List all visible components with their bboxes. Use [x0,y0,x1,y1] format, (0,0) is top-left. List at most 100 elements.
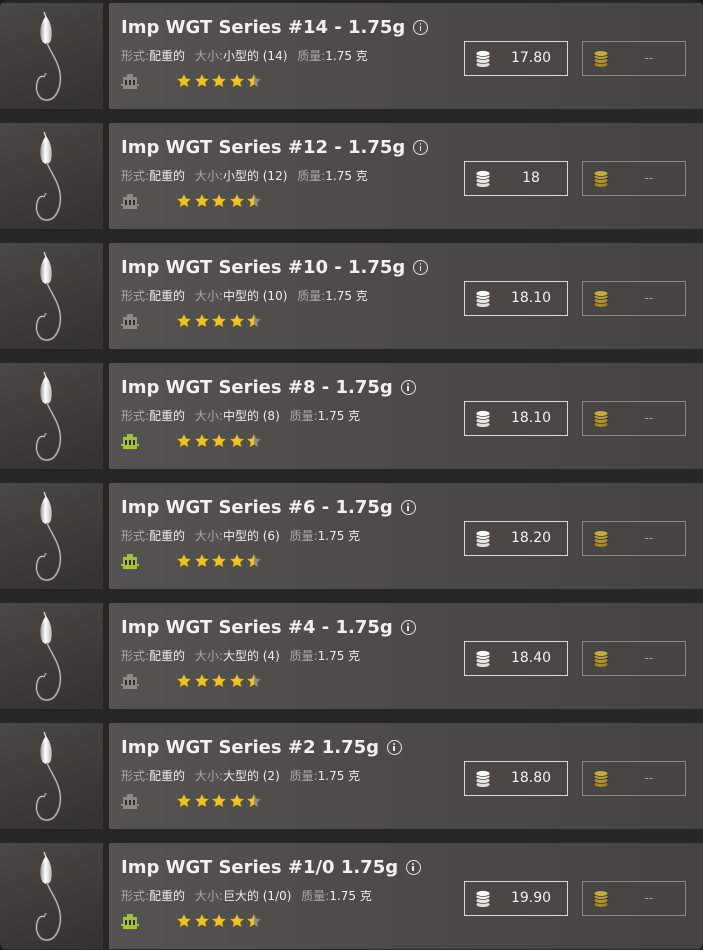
star-icon [246,313,262,328]
item-card[interactable]: Imp WGT Series #6 - 1.75g 形式:配重的 大小:中型的 … [109,483,703,589]
item-card[interactable]: Imp WGT Series #4 - 1.75g 形式:配重的 大小:大型的 … [109,603,703,709]
size-label: 大小: [194,889,223,903]
mass-value: 1.75 克 [325,289,368,303]
silver-price-button[interactable]: 18.10 [464,401,568,436]
silver-coins-icon [475,290,491,308]
item-title[interactable]: Imp WGT Series #8 - 1.75g [121,377,416,398]
gold-price: -- [644,291,654,305]
list-item[interactable]: Imp WGT Series #12 - 1.75g 形式:配重的 大小:小型的… [0,123,703,229]
item-title[interactable]: Imp WGT Series #4 - 1.75g [121,617,416,638]
hook-thumbnail[interactable] [0,3,103,109]
star-icon [246,793,262,808]
fishing-hook-image [35,371,62,462]
star-icon [246,433,262,448]
hook-product-list: Imp WGT Series #14 - 1.75g 形式:配重的 大小:小型的… [0,0,703,950]
gold-price-button[interactable]: -- [582,881,686,916]
gold-price-button[interactable]: -- [582,281,686,316]
star-icon [176,313,192,328]
list-item[interactable]: Imp WGT Series #6 - 1.75g 形式:配重的 大小:中型的 … [0,483,703,589]
silver-price-button[interactable]: 18.80 [464,761,568,796]
item-card[interactable]: Imp WGT Series #1/0 1.75g 形式:配重的 大小:巨大的 … [109,843,703,949]
hook-thumbnail[interactable] [0,243,103,349]
list-item[interactable]: Imp WGT Series #2 1.75g 形式:配重的 大小:大型的 (2… [0,723,703,829]
info-icon[interactable] [413,20,429,35]
silver-price-button[interactable]: 18.40 [464,641,568,676]
hook-thumbnail[interactable] [0,363,103,469]
gold-coins-icon [593,290,609,308]
list-item[interactable]: Imp WGT Series #1/0 1.75g 形式:配重的 大小:巨大的 … [0,843,703,949]
rating-stars [176,793,264,809]
gold-coins-icon [593,770,609,788]
gold-price-button[interactable]: -- [582,761,686,796]
hook-thumbnail[interactable] [0,843,103,949]
star-icon [193,913,210,928]
item-properties: 形式:配重的 大小:小型的 (12) 质量:1.75 克 [121,167,374,184]
silver-price-button[interactable]: 18.10 [464,281,568,316]
gold-price-button[interactable]: -- [582,641,686,676]
item-card[interactable]: Imp WGT Series #10 - 1.75g 形式:配重的 大小:中型的… [109,243,703,349]
gold-price-button[interactable]: -- [582,161,686,196]
gear-badge-icon [121,554,139,569]
star-icon [211,793,227,808]
item-properties: 形式:配重的 大小:中型的 (6) 质量:1.75 克 [121,527,366,544]
silver-price: 18.10 [510,290,552,306]
info-icon[interactable] [406,860,422,875]
mass-value: 1.75 克 [317,409,361,423]
gold-price-button[interactable]: -- [582,401,686,436]
info-icon[interactable] [387,740,403,755]
hook-thumbnail[interactable] [0,723,103,829]
list-item[interactable]: Imp WGT Series #10 - 1.75g 形式:配重的 大小:中型的… [0,243,703,349]
form-label: 形式: [121,889,150,903]
list-item[interactable]: Imp WGT Series #8 - 1.75g 形式:配重的 大小:中型的 … [0,363,703,469]
item-title[interactable]: Imp WGT Series #2 1.75g [121,737,403,758]
item-title[interactable]: Imp WGT Series #12 - 1.75g [121,137,429,158]
star-icon [193,73,210,88]
silver-price-button[interactable]: 18.20 [464,521,568,556]
info-icon[interactable] [400,620,416,635]
item-card[interactable]: Imp WGT Series #8 - 1.75g 形式:配重的 大小:中型的 … [109,363,703,469]
size-value: 大型的 (4) [222,649,280,663]
gold-price-button[interactable]: -- [582,521,686,556]
mass-label: 质量: [301,889,330,903]
rating-stars [176,73,264,89]
item-card[interactable]: Imp WGT Series #2 1.75g 形式:配重的 大小:大型的 (2… [109,723,703,829]
mass-label: 质量: [297,169,326,183]
mass-label: 质量: [289,649,318,663]
hook-thumbnail[interactable] [0,603,103,709]
item-title[interactable]: Imp WGT Series #10 - 1.75g [121,257,429,278]
star-icon [193,553,210,568]
form-value: 配重的 [149,529,186,543]
gear-badge-icon [121,434,139,449]
item-title[interactable]: Imp WGT Series #1/0 1.75g [121,857,422,878]
list-item[interactable]: Imp WGT Series #4 - 1.75g 形式:配重的 大小:大型的 … [0,603,703,709]
item-card[interactable]: Imp WGT Series #14 - 1.75g 形式:配重的 大小:小型的… [109,3,703,109]
silver-price-button[interactable]: 18 [464,161,568,196]
mass-label: 质量: [289,409,318,423]
hook-thumbnail[interactable] [0,123,103,229]
star-icon [228,73,245,88]
silver-coins-icon [475,410,491,428]
info-icon[interactable] [413,140,429,155]
gold-price-button[interactable]: -- [582,41,686,76]
star-icon [228,313,245,328]
item-properties: 形式:配重的 大小:中型的 (8) 质量:1.75 克 [121,407,366,424]
gold-price: -- [644,51,654,65]
silver-price-button[interactable]: 19.90 [464,881,568,916]
info-icon[interactable] [400,380,416,395]
gear-badge-icon [121,194,139,209]
hook-thumbnail[interactable] [0,483,103,589]
item-title[interactable]: Imp WGT Series #6 - 1.75g [121,497,416,518]
mass-value: 1.75 克 [325,49,368,63]
star-icon [176,73,192,88]
form-label: 形式: [121,169,150,183]
list-item[interactable]: Imp WGT Series #14 - 1.75g 形式:配重的 大小:小型的… [0,3,703,109]
info-icon[interactable] [413,260,429,275]
item-card[interactable]: Imp WGT Series #12 - 1.75g 形式:配重的 大小:小型的… [109,123,703,229]
silver-price-button[interactable]: 17.80 [464,41,568,76]
item-title[interactable]: Imp WGT Series #14 - 1.75g [121,17,429,38]
info-icon[interactable] [400,500,416,515]
form-label: 形式: [121,529,150,543]
mass-label: 质量: [297,49,326,63]
star-icon [228,433,245,448]
star-icon [228,553,245,568]
